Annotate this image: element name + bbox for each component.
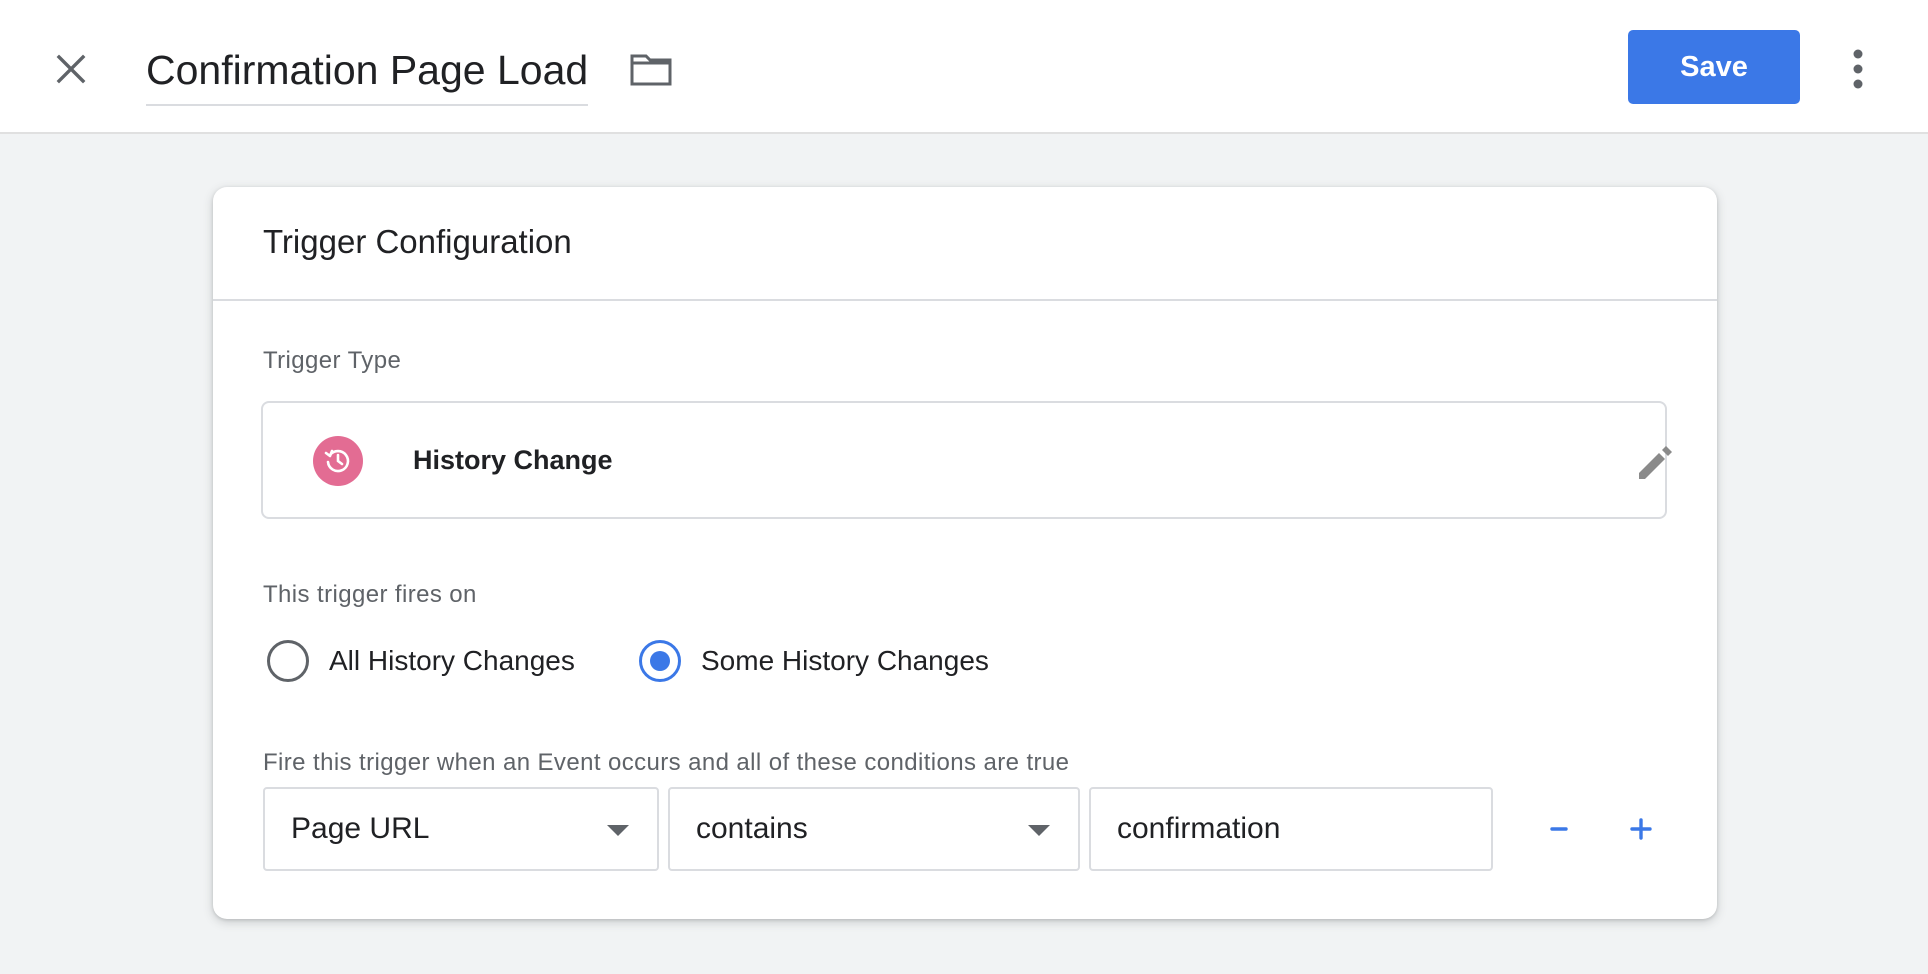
condition-operator-select[interactable]: contains — [668, 787, 1080, 871]
trigger-type-selector[interactable]: History Change — [261, 401, 1672, 519]
conditions-label: Fire this trigger when an Event occurs a… — [263, 749, 1070, 776]
radio-button-unchecked[interactable] — [267, 640, 309, 682]
card-header: Trigger Configuration — [213, 187, 1717, 301]
folder-icon — [630, 54, 672, 86]
radio-dot — [650, 651, 670, 671]
minus-icon — [1550, 827, 1568, 831]
trigger-type-name: History Change — [413, 445, 613, 475]
plus-icon — [1630, 818, 1652, 840]
more-vert-icon — [1853, 49, 1863, 89]
fires-on-label: This trigger fires on — [263, 581, 477, 608]
radio-label: All History Changes — [329, 645, 575, 676]
condition-operator-value: contains — [696, 812, 808, 845]
pencil-icon — [1639, 446, 1672, 479]
history-icon — [313, 436, 363, 486]
add-condition-button[interactable] — [1619, 807, 1663, 851]
more-options-button[interactable] — [1836, 44, 1880, 94]
close-icon — [56, 54, 86, 84]
card-title: Trigger Configuration — [263, 223, 572, 260]
chevron-down-icon — [607, 825, 629, 836]
trigger-type-label: Trigger Type — [263, 347, 402, 374]
condition-variable-select[interactable]: Page URL — [263, 787, 659, 871]
trigger-name-field[interactable]: Confirmation Page Load — [146, 40, 589, 106]
top-bar: Confirmation Page Load Save — [0, 0, 1928, 134]
radio-all-history-changes[interactable]: All History Changes — [267, 637, 575, 685]
trigger-configuration-card: Trigger Configuration Trigger Type Histo… — [213, 187, 1717, 919]
radio-some-history-changes[interactable]: Some History Changes — [639, 637, 989, 685]
radio-label: Some History Changes — [701, 645, 989, 676]
condition-value-input[interactable]: confirmation — [1089, 787, 1493, 871]
close-button[interactable] — [46, 44, 96, 94]
trigger-name: Confirmation Page Load — [146, 46, 589, 93]
radio-button-checked[interactable] — [639, 640, 681, 682]
edit-trigger-type-button[interactable] — [1633, 441, 1677, 485]
remove-condition-button[interactable] — [1537, 807, 1581, 851]
save-button[interactable]: Save — [1628, 30, 1800, 104]
condition-variable-value: Page URL — [291, 812, 430, 845]
condition-value-text: confirmation — [1117, 812, 1281, 845]
chevron-down-icon — [1028, 825, 1050, 836]
folder-button[interactable] — [626, 46, 676, 92]
